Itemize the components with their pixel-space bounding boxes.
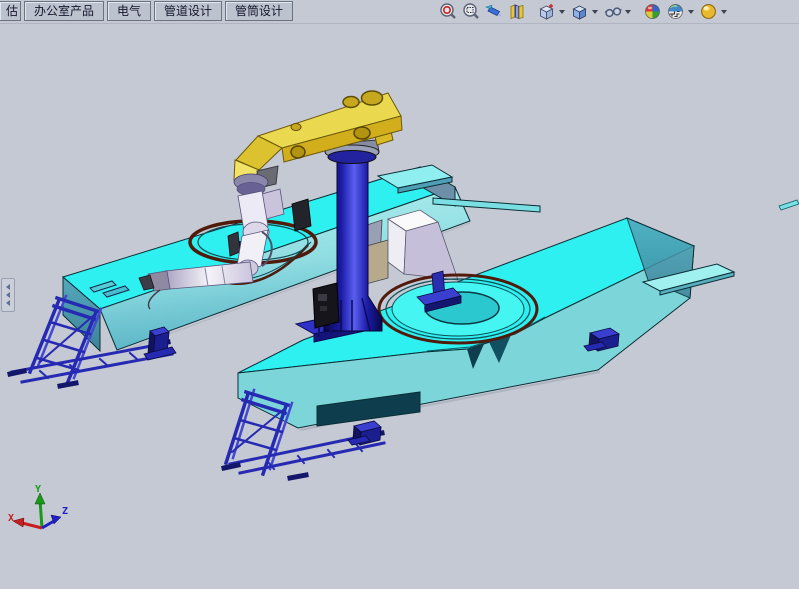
command-tabs: 估 办公室产品 电气 管道设计 管筒设计 [0,0,293,21]
boom-hole [362,91,383,105]
section-view-icon[interactable] [505,1,528,23]
cad-application-window: Y X Z 估 办公室产品 电气 管道设计 管筒设计 [0,0,799,589]
wrist-motor [292,199,311,231]
tab-evaluate-partial[interactable]: 估 [0,1,21,21]
hide-show-items-icon[interactable] [601,1,624,23]
chevron-left-icon [6,284,10,290]
triad-y-label: Y [35,484,41,495]
view-settings-icon[interactable] [697,1,720,23]
boom-hole [343,97,359,108]
view-orientation-icon[interactable] [535,1,558,23]
panel-expander-button[interactable] [1,278,15,312]
distant-part[interactable] [779,200,799,210]
dropdown-arrow-icon[interactable] [688,10,694,14]
apply-scene-icon[interactable] [664,1,687,23]
graphics-viewport[interactable]: Y X Z [0,0,799,589]
dropdown-arrow-icon[interactable] [592,10,598,14]
dropdown-arrow-icon[interactable] [625,10,631,14]
scene-3d: Y X Z [0,0,799,589]
boom-side-hole [354,127,370,139]
chevron-left-icon [6,292,10,298]
edit-appearance-icon[interactable] [641,1,664,23]
command-tab-bar: 估 办公室产品 电气 管道设计 管筒设计 [0,0,799,24]
control-box [313,283,339,328]
dropdown-arrow-icon[interactable] [721,10,727,14]
support-bracket-front[interactable] [348,421,381,445]
display-style-icon[interactable] [568,1,591,23]
boom-side-hole [291,146,305,158]
tab-piping-design[interactable]: 管道设计 [154,1,222,21]
chevron-left-icon [6,300,10,306]
tab-office-products[interactable]: 办公室产品 [24,1,104,21]
zoom-to-area-icon[interactable] [459,1,482,23]
dropdown-arrow-icon[interactable] [559,10,565,14]
coordinate-triad: Y X Z [8,484,68,528]
weld-ring-right[interactable] [379,275,537,343]
heads-up-view-toolbar [436,0,730,23]
triad-z-label: Z [62,506,68,517]
zoom-to-fit-icon[interactable] [436,1,459,23]
previous-view-icon[interactable] [482,1,505,23]
tab-tubing-design[interactable]: 管筒设计 [225,1,293,21]
tab-electrical[interactable]: 电气 [107,1,151,21]
triad-x-label: X [8,513,14,524]
